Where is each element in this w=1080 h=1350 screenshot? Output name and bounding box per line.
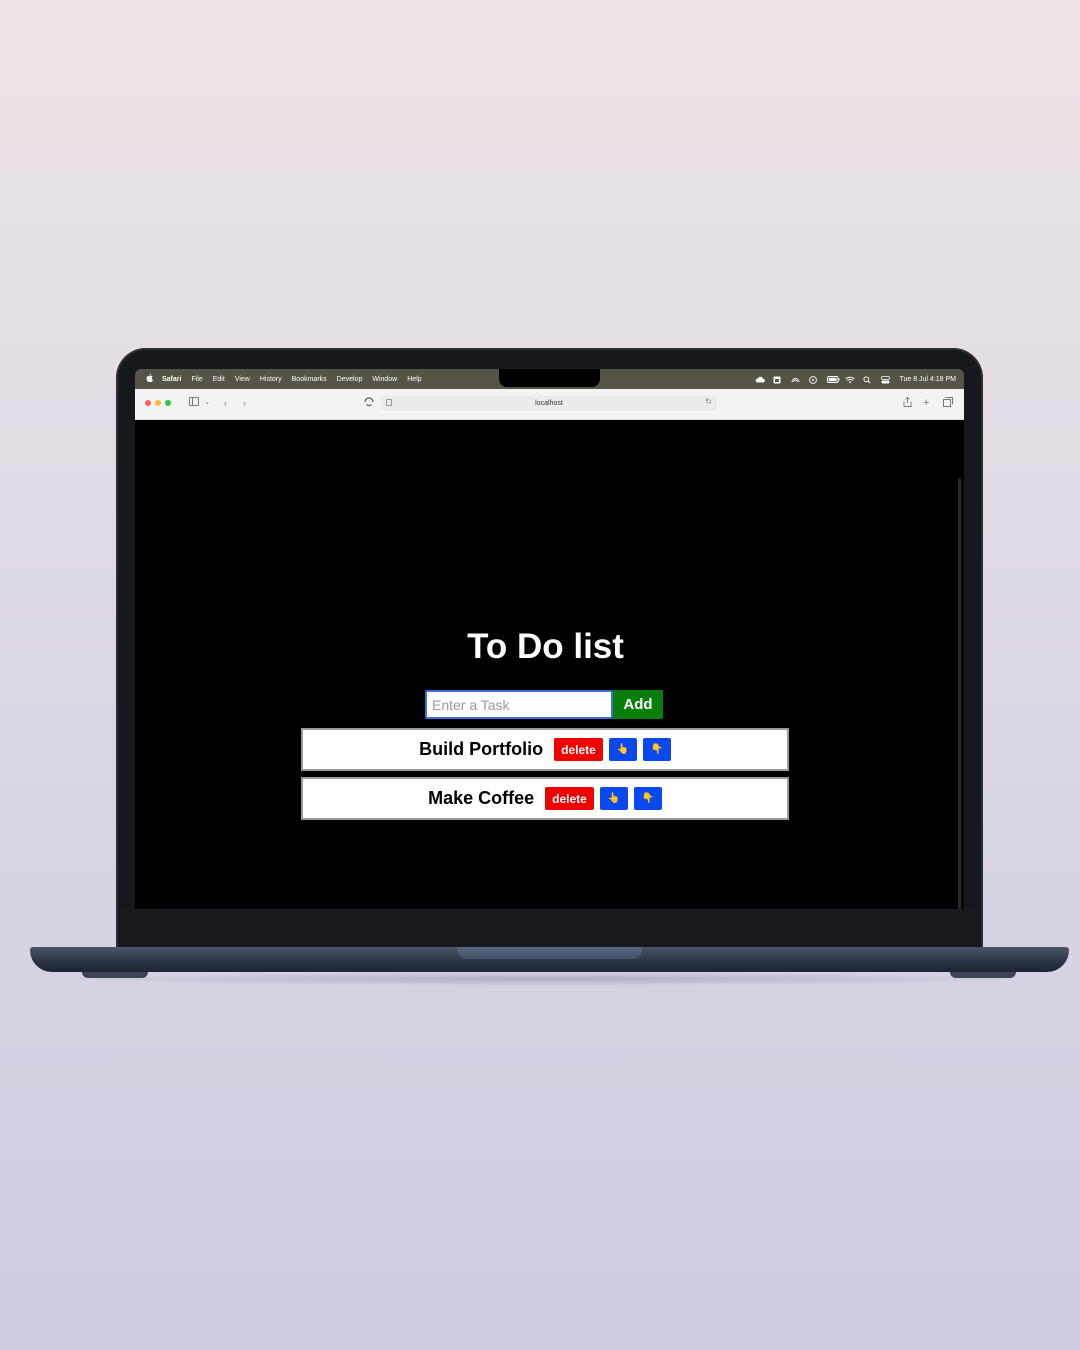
safari-toolbar: ⌄ ‹ › localhost ↻ + bbox=[135, 389, 964, 420]
calendar-icon[interactable] bbox=[773, 376, 782, 383]
task-text: Make Coffee bbox=[428, 788, 535, 808]
move-down-button[interactable]: 👇 bbox=[633, 787, 662, 810]
menu-safari[interactable]: Safari bbox=[162, 376, 181, 383]
control-center-icon[interactable] bbox=[881, 375, 891, 383]
move-up-button[interactable]: 👆 bbox=[608, 738, 637, 761]
menu-window[interactable]: Window bbox=[372, 376, 397, 383]
add-button[interactable]: Add bbox=[613, 690, 663, 719]
reload-icon[interactable]: ↻ bbox=[705, 397, 712, 406]
list-item: Make Coffee delete 👆 👇 bbox=[301, 777, 789, 820]
share-icon[interactable] bbox=[903, 396, 912, 410]
minimize-window-button[interactable] bbox=[155, 400, 161, 406]
window-controls bbox=[145, 400, 171, 406]
zoom-window-button[interactable] bbox=[165, 400, 171, 406]
back-chevron-icon[interactable]: ‹ bbox=[224, 397, 227, 409]
laptop-screen: Safari File Edit View History Bookmarks … bbox=[135, 369, 964, 909]
menu-bar-clock[interactable]: Tue 8 Jul 4:18 PM bbox=[899, 376, 956, 383]
laptop-base-notch bbox=[457, 947, 642, 959]
status-icons: Tue 8 Jul 4:18 PM bbox=[755, 369, 956, 389]
delete-button[interactable]: delete bbox=[554, 738, 603, 761]
search-icon[interactable] bbox=[863, 375, 872, 384]
chevron-down-icon[interactable]: ⌄ bbox=[204, 397, 210, 409]
list-item: Build Portfolio delete 👆 👇 bbox=[301, 728, 789, 771]
new-tab-icon[interactable]: + bbox=[923, 397, 929, 409]
menu-file[interactable]: File bbox=[191, 376, 202, 383]
play-icon[interactable] bbox=[809, 375, 818, 384]
laptop-bezel-bottom bbox=[120, 909, 979, 947]
move-down-button[interactable]: 👇 bbox=[642, 738, 671, 761]
macos-menu-bar: Safari File Edit View History Bookmarks … bbox=[135, 369, 964, 389]
close-window-button[interactable] bbox=[145, 400, 151, 406]
wifi-icon[interactable] bbox=[845, 376, 856, 383]
tab-overview-icon[interactable] bbox=[943, 397, 953, 410]
menu-history[interactable]: History bbox=[260, 376, 282, 383]
forward-chevron-icon[interactable]: › bbox=[243, 397, 246, 409]
menu-items: Safari File Edit View History Bookmarks … bbox=[162, 376, 432, 383]
address-bar[interactable]: localhost ↻ bbox=[381, 396, 717, 411]
add-task-form: Add bbox=[425, 690, 663, 719]
page-title: To Do list bbox=[467, 627, 624, 666]
menu-edit[interactable]: Edit bbox=[213, 376, 225, 383]
laptop-foot-right bbox=[950, 972, 1016, 978]
menu-bookmarks[interactable]: Bookmarks bbox=[292, 376, 327, 383]
apple-icon[interactable] bbox=[145, 374, 153, 384]
task-input[interactable] bbox=[425, 690, 613, 719]
extension-icon[interactable] bbox=[364, 397, 374, 410]
menu-view[interactable]: View bbox=[235, 376, 250, 383]
menu-help[interactable]: Help bbox=[407, 376, 421, 383]
battery-icon[interactable] bbox=[827, 375, 840, 383]
cloud-icon[interactable] bbox=[755, 376, 766, 383]
task-text: Build Portfolio bbox=[419, 739, 544, 759]
task-list: Build Portfolio delete 👆 👇 Make Coffee d… bbox=[301, 728, 789, 826]
laptop-foot-left bbox=[82, 972, 148, 978]
move-up-button[interactable]: 👆 bbox=[599, 787, 628, 810]
camera-notch bbox=[499, 369, 600, 387]
hotspot-icon[interactable] bbox=[791, 376, 800, 383]
sidebar-icon[interactable] bbox=[189, 397, 199, 409]
menu-develop[interactable]: Develop bbox=[337, 376, 363, 383]
page-icon bbox=[386, 399, 392, 406]
url-text: localhost bbox=[535, 400, 563, 407]
page-scrollbar[interactable] bbox=[958, 478, 961, 909]
delete-button[interactable]: delete bbox=[545, 787, 594, 810]
laptop-shadow bbox=[60, 972, 1040, 986]
web-page: To Do list Add Build Portfolio delete 👆 … bbox=[135, 420, 964, 909]
